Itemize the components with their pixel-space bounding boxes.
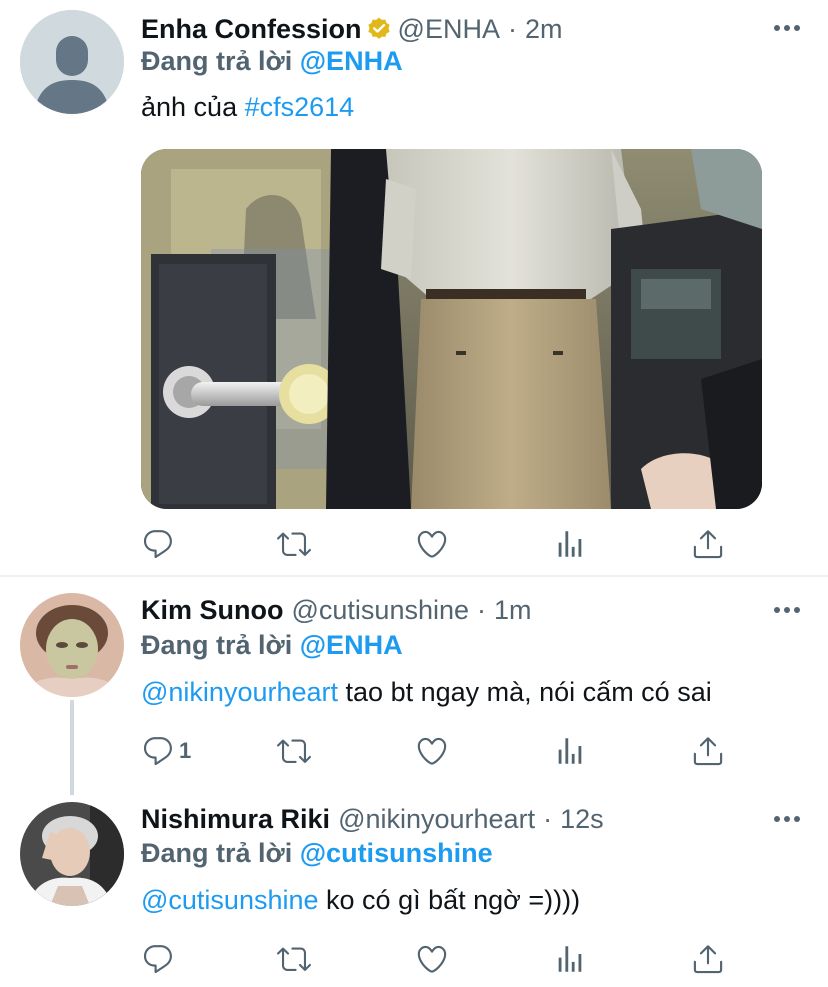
retweet-button[interactable] [277,731,311,771]
share-button[interactable] [691,939,725,979]
tweet-nishimura-riki[interactable]: Nishimura Riki @nikinyourheart · 12s Đan… [0,786,828,987]
tweet-actions: 1 [141,731,741,771]
like-button[interactable] [415,939,449,979]
reply-icon [143,737,172,766]
retweet-icon [277,532,311,556]
reply-icon [143,530,172,559]
heart-icon [417,945,447,973]
share-button[interactable] [691,731,725,771]
separator-dot: · [543,804,553,834]
display-name[interactable]: Kim Sunoo [141,593,284,627]
tweet-text-body: ảnh của [141,92,238,122]
mention-link[interactable]: @cutisunshine [141,885,319,915]
replying-to-label: Đang trả lời [141,838,293,868]
tweet-text-body: ko có gì bất ngờ =)))) [326,885,581,915]
tweet-photo[interactable] [141,149,762,509]
reply-button[interactable]: 1 [141,731,191,771]
handle[interactable]: @cutisunshine [292,593,470,627]
retweet-button[interactable] [277,524,311,564]
retweet-icon [277,947,311,971]
reply-button[interactable] [141,939,175,979]
more-icon[interactable] [774,18,800,38]
replying-to-label: Đang trả lời [141,46,293,76]
replying-to: Đang trả lời @ENHA [141,44,403,78]
separator-dot: · [507,14,517,44]
timestamp[interactable]: 1m [494,593,532,627]
analytics-button[interactable] [553,939,587,979]
tweet-kim-sunoo[interactable]: Kim Sunoo @cutisunshine · 1m Đang trả lờ… [0,577,828,782]
share-icon [693,530,723,559]
replying-to-label: Đang trả lời [141,630,293,660]
tweet-text: @nikinyourheart tao bt ngay mà, nói cấm … [141,675,712,709]
display-name[interactable]: Enha Confession [141,12,362,46]
avatar-nishimura-riki[interactable] [20,802,124,906]
analytics-button[interactable] [553,731,587,771]
retweet-icon [277,739,311,763]
verified-badge-icon [367,17,390,39]
timestamp[interactable]: 2m [525,12,563,46]
like-button[interactable] [415,524,449,564]
replying-to-mention[interactable]: @cutisunshine [300,838,493,868]
timestamp[interactable]: 12s [560,802,604,836]
retweet-button[interactable] [277,939,311,979]
photo-content [141,149,762,509]
like-button[interactable] [415,731,449,771]
reply-count: 1 [179,738,192,763]
mention-link[interactable]: @nikinyourheart [141,677,338,707]
analytics-icon [558,531,582,557]
replying-to-mention[interactable]: @ENHA [300,630,403,660]
avatar-default[interactable] [20,10,124,114]
profile-photo [20,802,124,906]
tweet-actions [141,939,741,979]
tweet-text: @cutisunshine ko có gì bất ngờ =)))) [141,883,580,917]
analytics-icon [558,946,582,972]
heart-icon [417,737,447,765]
reply-button[interactable] [141,524,175,564]
analytics-icon [558,738,582,764]
tweet-text: ảnh của #cfs2614 [141,90,354,124]
tweet-header: Nishimura Riki @nikinyourheart · 12s [141,802,604,836]
replying-to: Đang trả lời @cutisunshine [141,836,493,870]
profile-photo [20,593,124,697]
share-button[interactable] [691,524,725,564]
tweet-header: Kim Sunoo @cutisunshine · 1m [141,593,532,627]
share-icon [693,945,723,974]
handle[interactable]: @ENHA [398,12,500,46]
reply-icon [143,945,172,974]
tweet-actions [141,524,741,564]
share-icon [693,737,723,766]
avatar-kim-sunoo[interactable] [20,593,124,697]
display-name[interactable]: Nishimura Riki [141,802,330,836]
hashtag-link[interactable]: #cfs2614 [245,92,355,122]
separator-dot: · [477,595,487,625]
more-icon[interactable] [774,600,800,620]
more-icon[interactable] [774,809,800,829]
replying-to: Đang trả lời @ENHA [141,628,403,662]
handle[interactable]: @nikinyourheart [338,802,535,836]
heart-icon [417,530,447,558]
tweet-header: Enha Confession @ENHA · 2m [141,12,562,46]
replying-to-mention[interactable]: @ENHA [300,46,403,76]
tweet-text-body: tao bt ngay mà, nói cấm có sai [345,677,712,707]
default-profile-icon [20,10,124,114]
tweet-enha-confession[interactable]: Enha Confession @ENHA · 2m Đang trả lời … [0,0,828,576]
analytics-button[interactable] [553,524,587,564]
